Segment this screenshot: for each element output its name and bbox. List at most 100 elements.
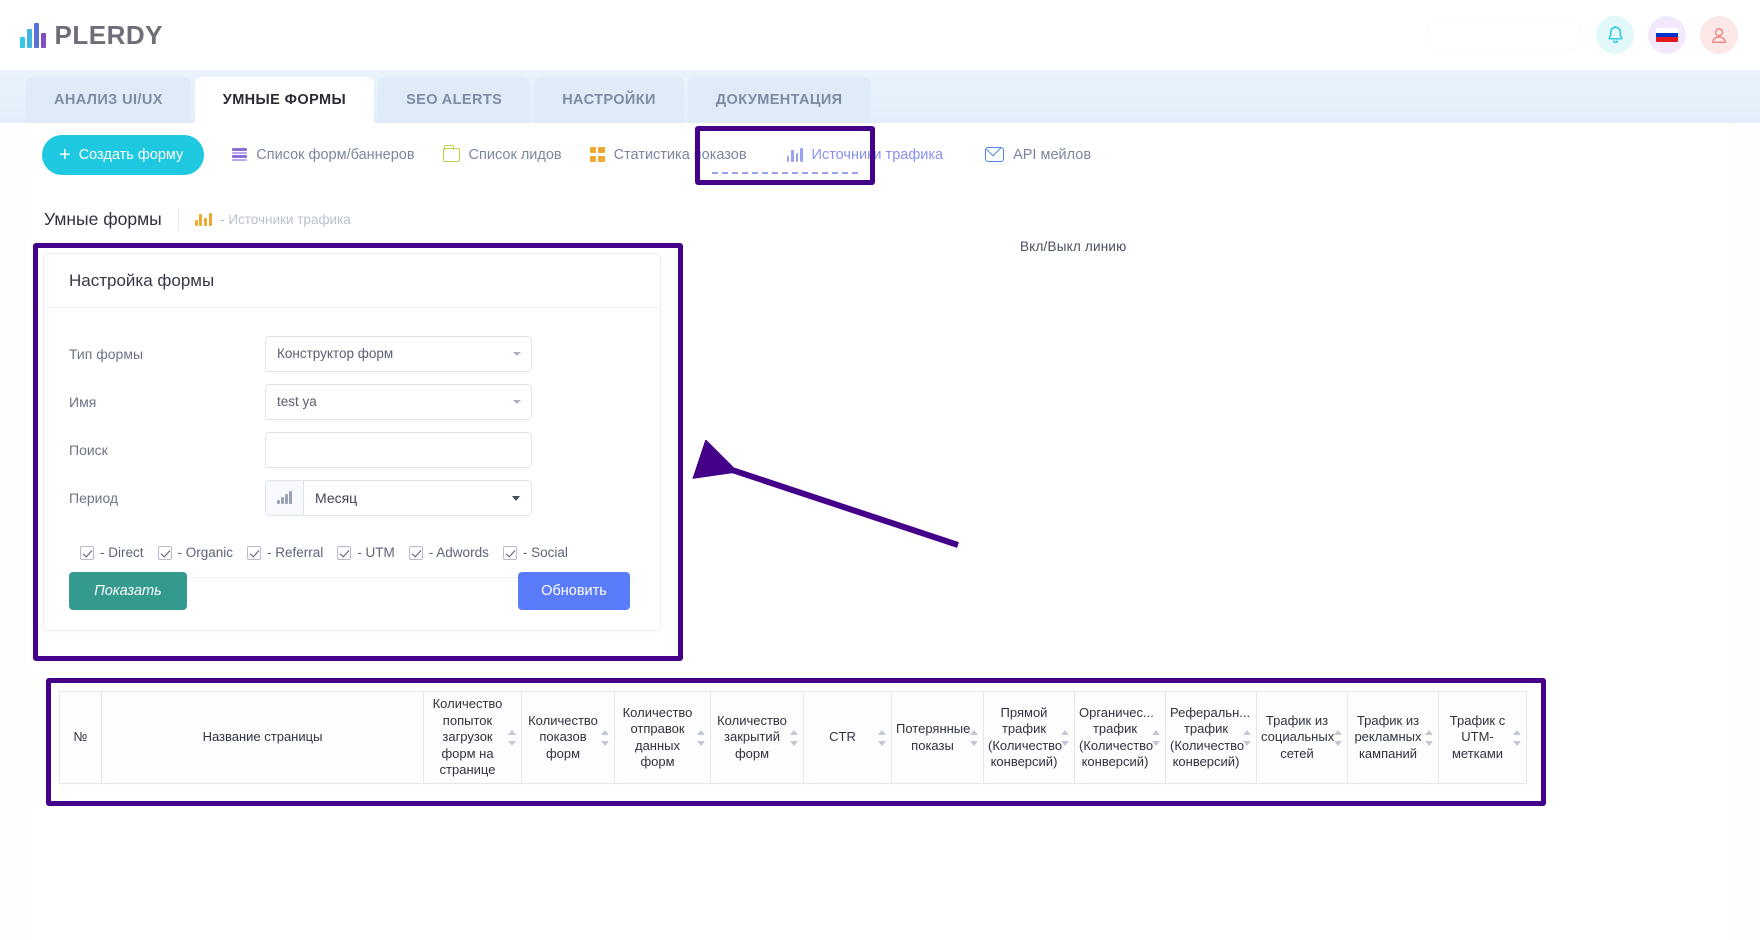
table-header-row: № Название страницы Количество попыток з… xyxy=(59,691,1527,784)
flag-ru-icon xyxy=(1656,28,1678,42)
th-social-traffic-label: Трафик из социальных сетей xyxy=(1261,712,1335,761)
table-element: № Название страницы Количество попыток з… xyxy=(59,691,1527,784)
th-direct-traffic-label: Прямой трафик (Количество конверсий) xyxy=(988,704,1063,770)
sort-icon[interactable] xyxy=(600,729,609,746)
plus-icon: + xyxy=(59,143,71,166)
tab-documentation[interactable]: ДОКУМЕНТАЦИЯ xyxy=(687,77,871,123)
tab-seo-alerts[interactable]: SEO ALERTS xyxy=(378,77,531,123)
tab-settings[interactable]: НАСТРОЙКИ xyxy=(534,77,684,123)
breadcrumb-subtitle: - Источники трафика xyxy=(220,211,351,227)
sort-icon[interactable] xyxy=(1060,729,1069,746)
subnav-item-forms-list[interactable]: Список форм/баннеров xyxy=(232,146,415,163)
create-form-button[interactable]: + Создать форму xyxy=(42,134,205,175)
th-page-name[interactable]: Название страницы xyxy=(101,691,424,784)
form-type-control[interactable]: Конструктор форм xyxy=(265,335,532,372)
th-referral-traffic-label: Реферальн... трафик (Количество конверси… xyxy=(1170,704,1251,770)
th-page-name-label: Название страницы xyxy=(202,729,323,745)
user-account-button[interactable] xyxy=(1700,16,1738,54)
bar-chart-icon xyxy=(194,212,213,226)
name-control[interactable]: test ya xyxy=(265,383,532,420)
tab-ui-ux-analysis[interactable]: АНАЛИЗ UI/UX xyxy=(26,77,191,123)
label-period: Период xyxy=(69,489,119,506)
panel-footer: Показать Обновить xyxy=(44,552,660,630)
sort-icon[interactable] xyxy=(969,729,978,746)
th-lost-impressions[interactable]: Потерянные показы xyxy=(891,691,984,784)
th-ctr-label: CTR xyxy=(829,729,856,745)
th-direct-traffic[interactable]: Прямой трафик (Количество конверсий) xyxy=(983,691,1075,784)
main-tabs: АНАЛИЗ UI/UX УМНЫЕ ФОРМЫ SEO ALERTS НАСТ… xyxy=(0,70,1760,123)
th-referral-traffic[interactable]: Реферальн... трафик (Количество конверси… xyxy=(1165,691,1257,784)
field-row-period: Период Месяц xyxy=(69,474,635,521)
subnav-label-forms-list: Список форм/баннеров xyxy=(256,146,415,163)
th-organic-traffic[interactable]: Органичес... трафик (Количество конверси… xyxy=(1074,691,1166,784)
sort-icon[interactable] xyxy=(789,729,798,746)
panel-body: Тип формы Конструктор форм Имя test ya П… xyxy=(44,308,660,578)
update-button[interactable]: Обновить xyxy=(518,572,630,610)
th-ads-traffic-label: Трафик из рекламных кампаний xyxy=(1354,712,1422,761)
brand-logo[interactable]: PLERDY xyxy=(20,20,163,51)
period-select[interactable]: Месяц xyxy=(303,479,532,516)
sort-icon[interactable] xyxy=(1333,729,1342,746)
sort-icon[interactable] xyxy=(1424,729,1433,746)
th-form-load-attempts[interactable]: Количество попыток загрузок форм на стра… xyxy=(423,691,522,784)
th-form-load-attempts-label: Количество попыток загрузок форм на стра… xyxy=(432,696,503,778)
th-organic-traffic-label: Органичес... трафик (Количество конверси… xyxy=(1079,704,1154,770)
th-ctr[interactable]: CTR xyxy=(803,691,892,784)
th-utm-traffic-label: Трафик с UTM-метками xyxy=(1449,712,1506,761)
subnav-item-api-mails[interactable]: API мейлов xyxy=(985,147,1091,163)
form-type-select[interactable]: Конструктор форм xyxy=(265,335,532,372)
chevron-down-icon xyxy=(513,351,521,356)
header-search-input[interactable] xyxy=(1427,19,1582,51)
bell-icon xyxy=(1607,25,1623,44)
th-form-closes[interactable]: Количество закрытий форм xyxy=(710,691,804,784)
traffic-sources-active-underline xyxy=(712,172,858,174)
grid-icon xyxy=(589,147,605,162)
field-row-form-type: Тип формы Конструктор форм xyxy=(69,330,635,377)
th-form-impressions[interactable]: Количество показов форм xyxy=(521,691,615,784)
chevron-down-icon xyxy=(512,495,520,501)
name-select[interactable]: test ya xyxy=(265,383,532,420)
field-row-name: Имя test ya xyxy=(69,378,635,425)
header-actions xyxy=(1427,16,1738,54)
subnav-label-impressions-stats: Статистика показов xyxy=(613,146,747,163)
period-control[interactable]: Месяц xyxy=(265,479,532,516)
sort-icon[interactable] xyxy=(1151,729,1160,746)
th-form-submissions[interactable]: Количество отправок данных форм xyxy=(614,691,711,784)
top-header: PLERDY xyxy=(0,0,1760,70)
app-root: PLERDY АНАЛИЗ UI/UX УМНЫЕ ФОРМЫ SEO ALER… xyxy=(0,0,1760,940)
th-lost-impressions-label: Потерянные показы xyxy=(896,721,971,753)
annotation-label: Вкл/Выкл линию xyxy=(1020,239,1127,254)
brand-name: PLERDY xyxy=(54,19,163,50)
search-input[interactable] xyxy=(265,431,532,468)
subnav-label-leads-list: Список лидов xyxy=(468,146,562,163)
sort-icon[interactable] xyxy=(877,729,886,746)
th-ads-traffic[interactable]: Трафик из рекламных кампаний xyxy=(1347,691,1439,784)
field-row-search: Поиск xyxy=(69,426,635,473)
mail-icon xyxy=(985,147,1005,162)
label-name: Имя xyxy=(69,393,97,410)
subnav-label-traffic-sources: Источники трафика xyxy=(811,146,944,163)
folder-icon xyxy=(442,144,460,162)
tab-smart-forms[interactable]: УМНЫЕ ФОРМЫ xyxy=(194,77,375,123)
subnav-item-impressions-stats[interactable]: Статистика показов xyxy=(589,146,747,163)
bar-chart-icon xyxy=(786,147,803,162)
language-switcher-button[interactable] xyxy=(1648,16,1686,54)
sort-icon[interactable] xyxy=(507,729,516,746)
breadcrumb: Умные формы - Источники трафика xyxy=(26,186,1734,230)
show-button[interactable]: Показать xyxy=(69,572,187,610)
subnav-item-traffic-sources[interactable]: Источники трафика xyxy=(786,146,944,163)
breadcrumb-divider xyxy=(177,208,179,230)
th-number[interactable]: № xyxy=(59,691,102,784)
sort-icon[interactable] xyxy=(696,729,705,746)
notifications-button[interactable] xyxy=(1596,16,1634,54)
traffic-sources-table: № Название страницы Количество попыток з… xyxy=(59,691,1533,793)
sort-icon[interactable] xyxy=(1512,729,1521,746)
period-chart-icon xyxy=(265,479,303,516)
subnav-item-leads-list[interactable]: Список лидов xyxy=(442,144,562,163)
th-utm-traffic[interactable]: Трафик с UTM-метками xyxy=(1438,691,1527,784)
th-social-traffic[interactable]: Трафик из социальных сетей xyxy=(1256,691,1348,784)
search-control[interactable] xyxy=(265,431,532,468)
chevron-down-icon xyxy=(513,399,521,404)
sort-icon[interactable] xyxy=(1242,729,1251,746)
th-number-label: № xyxy=(73,729,88,745)
